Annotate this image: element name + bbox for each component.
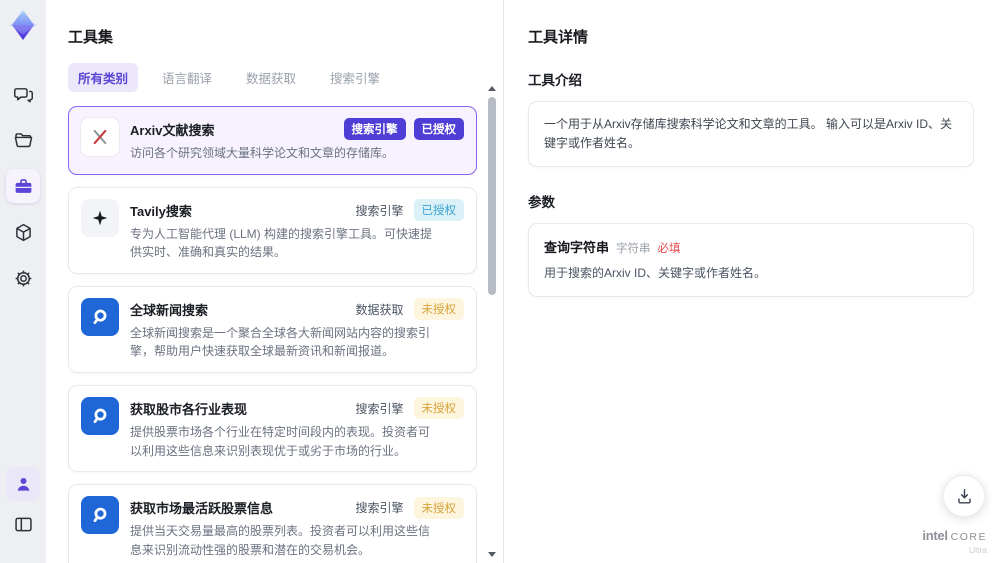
detail-title: 工具详情 xyxy=(528,29,589,46)
status-badge: 未授权 xyxy=(413,298,464,321)
tab-translation[interactable]: 语言翻译 xyxy=(152,63,222,92)
status-badge: 未授权 xyxy=(413,397,464,420)
param-required-flag: 必填 xyxy=(657,243,681,256)
sparkle-icon xyxy=(81,198,119,237)
arxiv-x-icon xyxy=(81,118,119,156)
cube-icon[interactable] xyxy=(6,215,40,249)
tool-description: 全球新闻搜索是一个聚合全球各大新闻网站内容的搜索引擎，帮助用户快速获取全球最新资… xyxy=(130,325,431,359)
intro-heading: 工具介绍 xyxy=(528,73,582,88)
scroll-down-arrow-icon[interactable] xyxy=(488,552,496,557)
status-badge: 已授权 xyxy=(413,199,464,222)
tab-data-fetch[interactable]: 数据获取 xyxy=(236,63,306,92)
category-badge: 搜索引擎 xyxy=(343,118,406,140)
tool-detail-panel: 工具详情 工具介绍 一个用于从Arxiv存储库搜索科学论文和文章的工具。 输入可… xyxy=(503,0,1000,563)
sidebar-nav xyxy=(6,77,40,307)
blue-news-app-icon xyxy=(81,496,119,535)
category-badge: 数据获取 xyxy=(355,302,404,317)
panel-toggle-icon[interactable] xyxy=(6,507,40,541)
app-window: 工具集 所有类别 语言翻译 数据获取 搜索引擎 Arxiv文献搜索 访问各个研究… xyxy=(0,0,1000,563)
intro-text: 一个用于从Arxiv存储库搜索科学论文和文章的工具。 输入可以是Arxiv ID… xyxy=(544,117,953,151)
page-title: 工具集 xyxy=(68,29,114,46)
param-description: 用于搜索的Arxiv ID、关键字或作者姓名。 xyxy=(544,266,767,281)
list-scrollbar[interactable] xyxy=(486,86,498,557)
sidebar-bottom xyxy=(6,467,40,553)
blue-news-app-icon xyxy=(81,297,119,336)
params-heading: 参数 xyxy=(528,195,555,211)
tool-card-active-stocks[interactable]: 获取市场最活跃股票信息 提供当天交易量最高的股票列表。投资者可以利用这些信息来识… xyxy=(68,484,477,563)
scroll-up-arrow-icon[interactable] xyxy=(488,86,496,91)
status-badge: 已授权 xyxy=(413,118,464,140)
tool-card-sector-performance[interactable]: 获取股市各行业表现 提供股票市场各个行业在特定时间段内的表现。投资者可以利用这些… xyxy=(68,384,477,473)
tool-card-tavily[interactable]: Tavily搜索 专为人工智能代理 (LLM) 构建的搜索引擎工具。可快速提供实… xyxy=(68,186,477,274)
intel-wordmark: intel xyxy=(922,528,948,544)
tab-search-engine[interactable]: 搜索引擎 xyxy=(320,63,390,92)
tab-all-categories[interactable]: 所有类别 xyxy=(68,63,139,92)
intro-box: 一个用于从Arxiv存储库搜索科学论文和文章的工具。 输入可以是Arxiv ID… xyxy=(528,101,974,168)
settings-gear-icon[interactable] xyxy=(6,261,40,295)
tool-card-arxiv[interactable]: Arxiv文献搜索 访问各个研究领域大量科学论文和文章的存储库。 搜索引擎 已授… xyxy=(68,106,477,175)
tool-description: 专为人工智能代理 (LLM) 构建的搜索引擎工具。可快速提供实时、准确和真实的结… xyxy=(130,226,433,260)
category-tabs: 所有类别 语言翻译 数据获取 搜索引擎 xyxy=(68,63,477,92)
ultra-wordmark: Ultra xyxy=(969,544,987,555)
intel-core-logo: intel CORE Ultra xyxy=(922,528,987,555)
blue-news-app-icon xyxy=(81,396,119,435)
tool-card-list: Arxiv文献搜索 访问各个研究领域大量科学论文和文章的存储库。 搜索引擎 已授… xyxy=(68,106,477,563)
category-badge: 搜索引擎 xyxy=(355,401,404,416)
core-wordmark: CORE xyxy=(950,531,987,544)
param-box: 查询字符串 字符串 必填 用于搜索的Arxiv ID、关键字或作者姓名。 xyxy=(528,223,974,297)
tool-description: 提供股票市场各个行业在特定时间段内的表现。投资者可以利用这些信息来识别表现优于或… xyxy=(130,424,431,458)
app-sidebar xyxy=(0,0,46,563)
chat-icon[interactable] xyxy=(6,77,40,111)
tool-description: 访问各个研究领域大量科学论文和文章的存储库。 xyxy=(130,146,395,160)
scrollbar-thumb[interactable] xyxy=(488,97,496,295)
tool-card-global-news[interactable]: 全球新闻搜索 全球新闻搜索是一个聚合全球各大新闻网站内容的搜索引擎，帮助用户快速… xyxy=(68,285,477,373)
category-badge: 搜索引擎 xyxy=(355,203,404,218)
toolbox-icon[interactable] xyxy=(6,169,40,203)
param-type: 字符串 xyxy=(616,243,651,256)
param-name: 查询字符串 xyxy=(544,240,610,256)
user-icon[interactable] xyxy=(6,467,40,501)
status-badge: 未授权 xyxy=(413,496,464,519)
download-button[interactable] xyxy=(943,475,985,517)
category-badge: 搜索引擎 xyxy=(355,501,404,516)
download-icon xyxy=(957,488,971,504)
app-logo-icon[interactable] xyxy=(5,7,41,43)
tools-panel: 工具集 所有类别 语言翻译 数据获取 搜索引擎 Arxiv文献搜索 访问各个研究… xyxy=(46,0,503,563)
folder-icon[interactable] xyxy=(6,123,40,157)
tool-description: 提供当天交易量最高的股票列表。投资者可以利用这些信息来识别流动性强的股票和潜在的… xyxy=(130,524,431,557)
